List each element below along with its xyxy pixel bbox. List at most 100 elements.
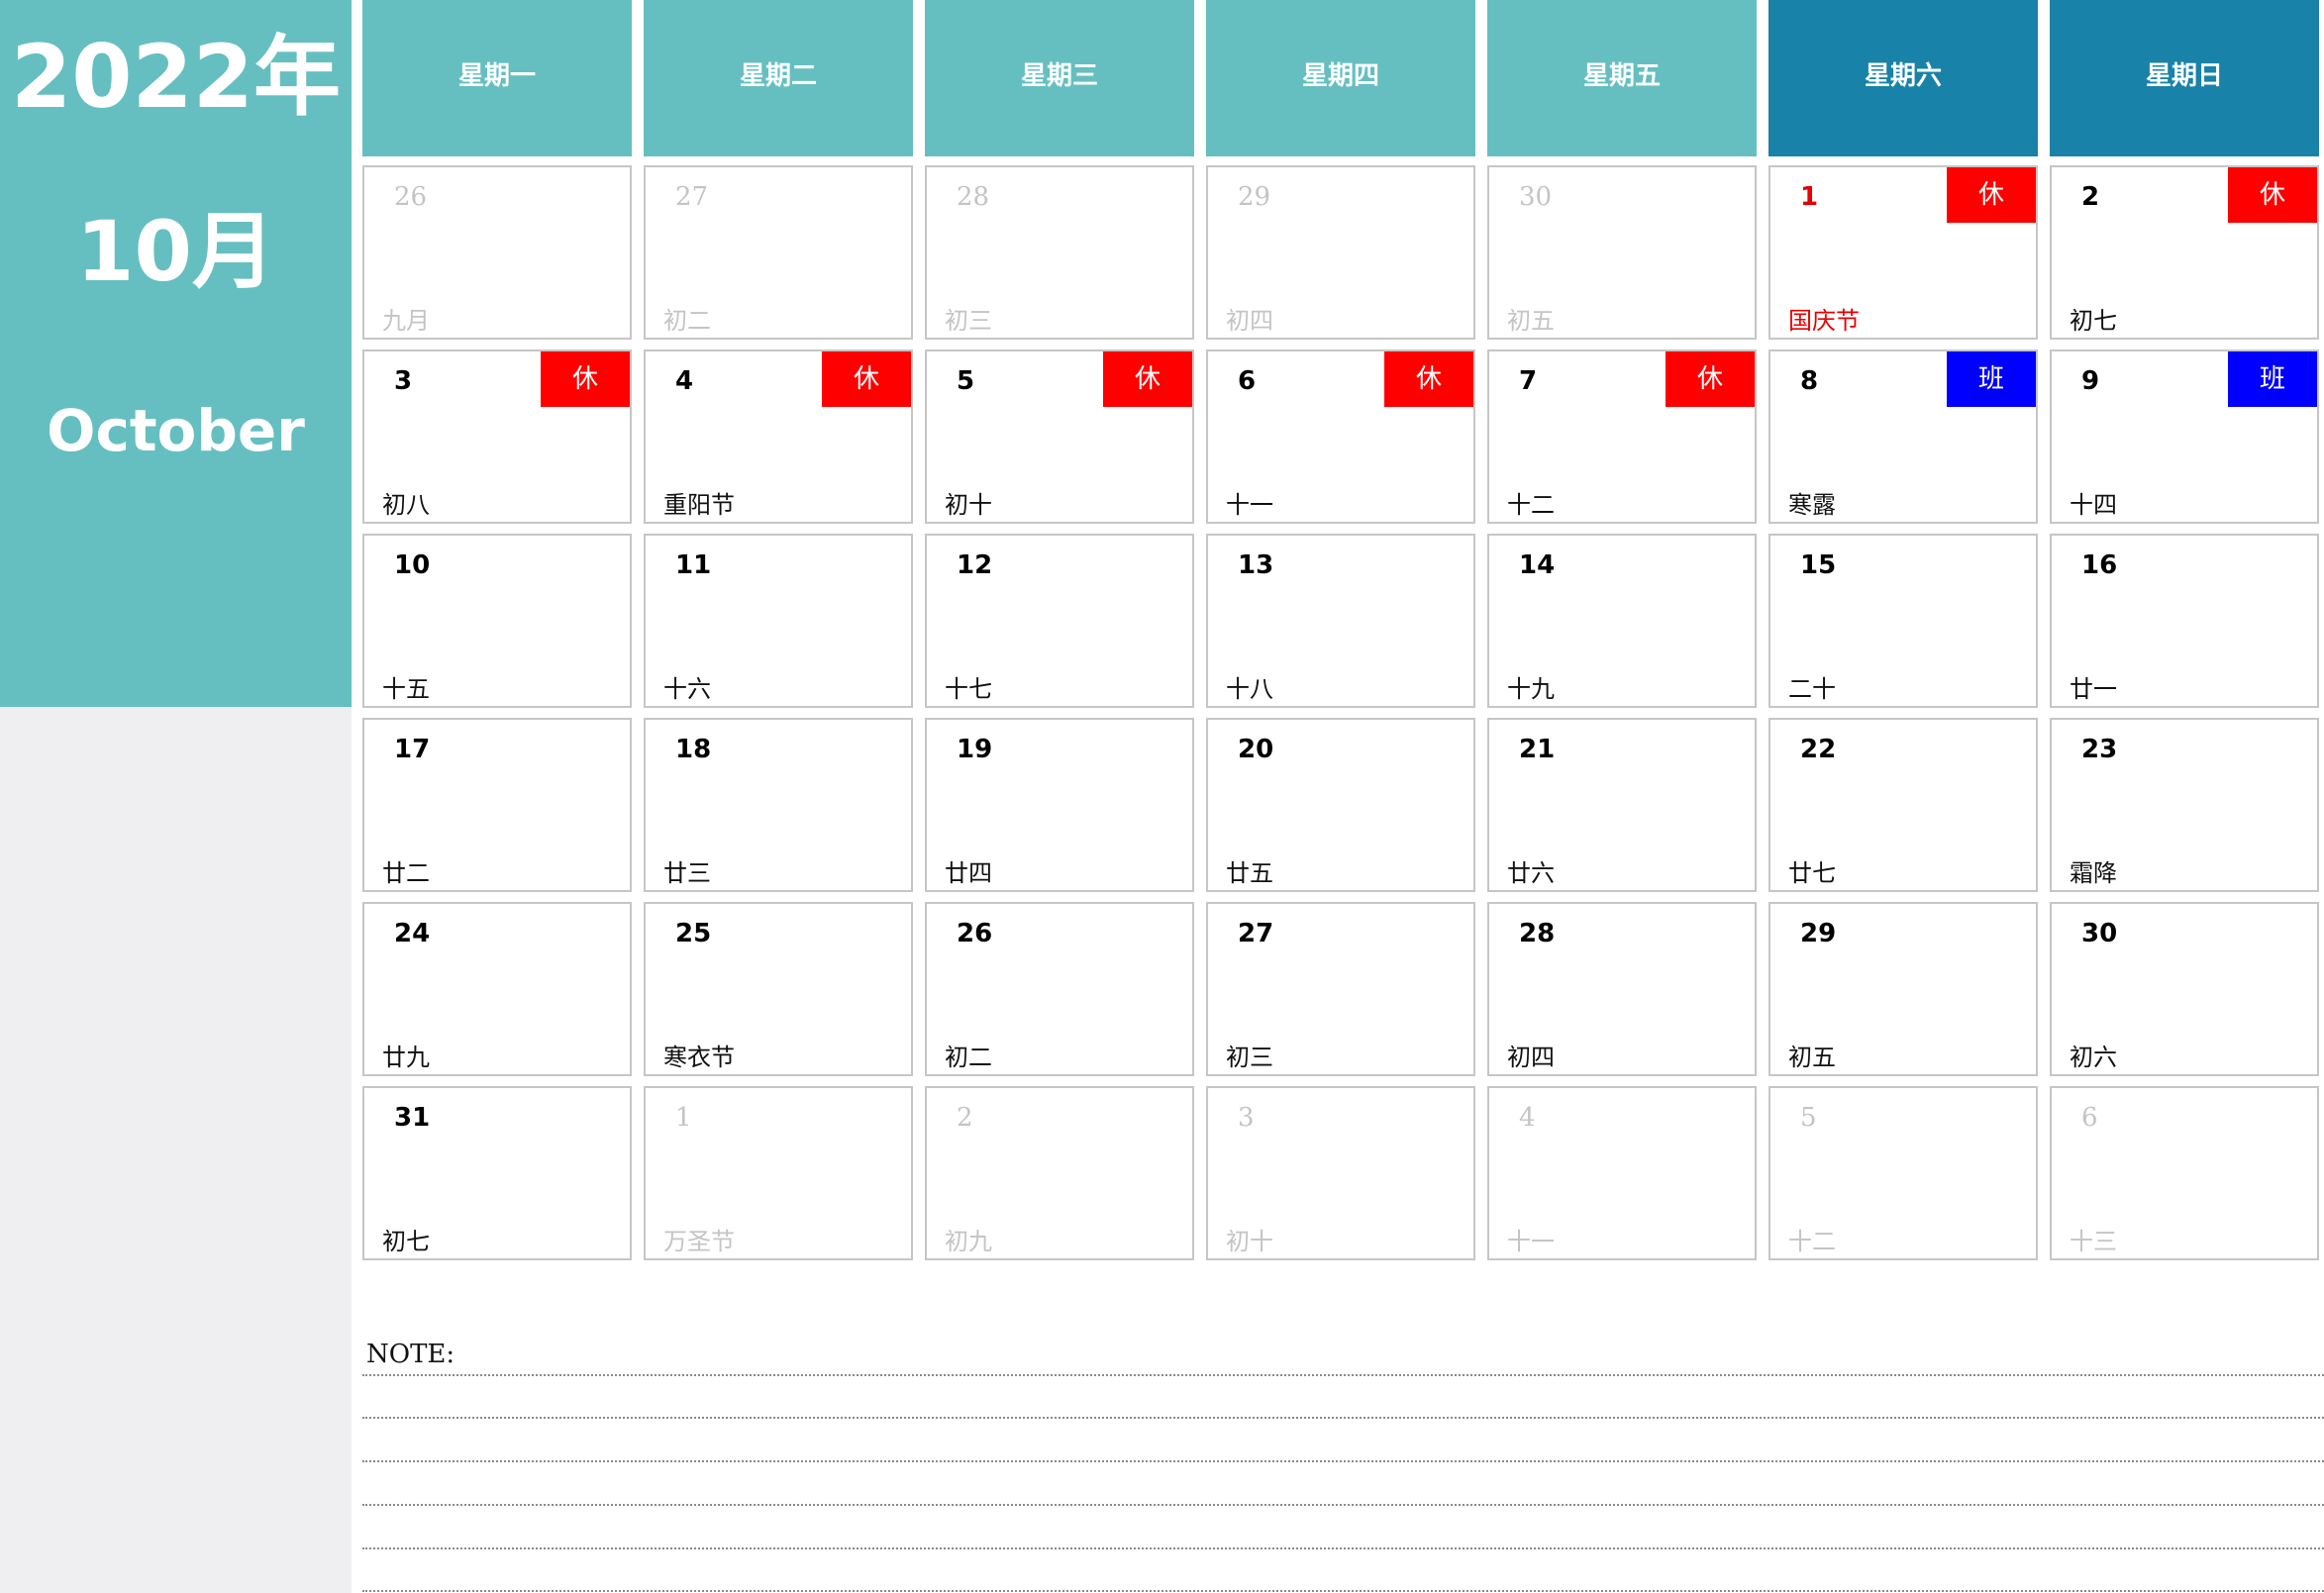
weekday-header-6: 星期六 bbox=[1768, 0, 2038, 156]
lunar-date: 廿七 bbox=[1788, 859, 1836, 887]
lunar-date: 十八 bbox=[1226, 675, 1273, 703]
day-cell[interactable]: 1 万圣节 bbox=[644, 1086, 913, 1260]
day-cell[interactable]: 21 廿六 bbox=[1487, 718, 1757, 892]
month-title: 10月 bbox=[76, 203, 275, 300]
lunar-date: 廿九 bbox=[382, 1044, 430, 1071]
day-number: 16 bbox=[2081, 550, 2118, 580]
day-number: 12 bbox=[957, 550, 993, 580]
day-number: 8 bbox=[1800, 366, 1819, 396]
day-cell[interactable]: 23 霜降 bbox=[2050, 718, 2319, 892]
lunar-date: 二十 bbox=[1788, 675, 1836, 703]
day-number: 20 bbox=[1238, 735, 1274, 764]
day-cell[interactable]: 31 初七 bbox=[362, 1086, 632, 1260]
holiday-rest-badge: 休 bbox=[541, 351, 630, 407]
day-cell[interactable]: 6 十一 休 bbox=[1206, 349, 1475, 524]
day-cell[interactable]: 2 初七 休 bbox=[2050, 165, 2319, 340]
year-title: 2022年 bbox=[11, 26, 341, 128]
day-cell[interactable]: 20 廿五 bbox=[1206, 718, 1475, 892]
note-line[interactable] bbox=[362, 1417, 2324, 1419]
weekday-header-2: 星期二 bbox=[644, 0, 913, 156]
note-line[interactable] bbox=[362, 1590, 2324, 1592]
lunar-date: 九月 bbox=[382, 307, 430, 335]
lunar-date: 初十 bbox=[945, 491, 992, 519]
day-cell[interactable]: 10 十五 bbox=[362, 534, 632, 708]
lunar-date: 十六 bbox=[663, 675, 711, 703]
lunar-date: 万圣节 bbox=[663, 1228, 735, 1255]
day-cell[interactable]: 17 廿二 bbox=[362, 718, 632, 892]
day-cell[interactable]: 5 十二 bbox=[1768, 1086, 2038, 1260]
day-number: 18 bbox=[675, 735, 712, 764]
day-cell[interactable]: 15 二十 bbox=[1768, 534, 2038, 708]
day-number: 22 bbox=[1800, 735, 1837, 764]
day-cell[interactable]: 16 廿一 bbox=[2050, 534, 2319, 708]
lunar-date: 寒露 bbox=[1788, 491, 1836, 519]
day-cell[interactable]: 9 十四 班 bbox=[2050, 349, 2319, 524]
day-number: 5 bbox=[957, 366, 975, 396]
day-number: 28 bbox=[957, 182, 990, 212]
day-cell[interactable]: 27 初三 bbox=[1206, 902, 1475, 1076]
day-cell[interactable]: 13 十八 bbox=[1206, 534, 1475, 708]
day-cell[interactable]: 11 十六 bbox=[644, 534, 913, 708]
day-cell[interactable]: 28 初四 bbox=[1487, 902, 1757, 1076]
day-number: 29 bbox=[1800, 919, 1837, 948]
weekday-header-3: 星期三 bbox=[925, 0, 1194, 156]
workday-badge: 班 bbox=[1947, 351, 2036, 407]
day-cell[interactable]: 6 十三 bbox=[2050, 1086, 2319, 1260]
day-cell[interactable]: 26 九月 bbox=[362, 165, 632, 340]
day-cell[interactable]: 5 初十 休 bbox=[925, 349, 1194, 524]
lunar-date: 国庆节 bbox=[1788, 307, 1860, 335]
day-cell[interactable]: 7 十二 休 bbox=[1487, 349, 1757, 524]
lunar-date: 初七 bbox=[382, 1228, 430, 1255]
day-number: 1 bbox=[675, 1103, 692, 1133]
day-number: 4 bbox=[675, 366, 694, 396]
day-number: 4 bbox=[1519, 1103, 1536, 1133]
day-cell[interactable]: 1 国庆节 休 bbox=[1768, 165, 2038, 340]
lunar-date: 十二 bbox=[1788, 1228, 1836, 1255]
lunar-date: 廿五 bbox=[1226, 859, 1273, 887]
weekday-header-5: 星期五 bbox=[1487, 0, 1757, 156]
day-cell[interactable]: 4 重阳节 休 bbox=[644, 349, 913, 524]
lunar-date: 廿四 bbox=[945, 859, 992, 887]
lunar-date: 十一 bbox=[1507, 1228, 1555, 1255]
day-cell[interactable]: 25 寒衣节 bbox=[644, 902, 913, 1076]
weekday-header-1: 星期一 bbox=[362, 0, 632, 156]
holiday-rest-badge: 休 bbox=[822, 351, 911, 407]
note-line[interactable] bbox=[362, 1374, 2324, 1376]
lunar-date: 初五 bbox=[1788, 1044, 1836, 1071]
lunar-date: 十一 bbox=[1226, 491, 1273, 519]
day-cell[interactable]: 2 初九 bbox=[925, 1086, 1194, 1260]
day-cell[interactable]: 8 寒露 班 bbox=[1768, 349, 2038, 524]
day-number: 28 bbox=[1519, 919, 1556, 948]
day-number: 29 bbox=[1238, 182, 1271, 212]
day-cell[interactable]: 28 初三 bbox=[925, 165, 1194, 340]
note-line[interactable] bbox=[362, 1460, 2324, 1462]
lunar-date: 十三 bbox=[2070, 1228, 2117, 1255]
day-cell[interactable]: 29 初五 bbox=[1768, 902, 2038, 1076]
note-line[interactable] bbox=[362, 1547, 2324, 1549]
day-number: 30 bbox=[2081, 919, 2118, 948]
day-number: 3 bbox=[1238, 1103, 1255, 1133]
day-cell[interactable]: 19 廿四 bbox=[925, 718, 1194, 892]
day-cell[interactable]: 18 廿三 bbox=[644, 718, 913, 892]
lunar-date: 十四 bbox=[2070, 491, 2117, 519]
day-cell[interactable]: 24 廿九 bbox=[362, 902, 632, 1076]
day-cell[interactable]: 12 十七 bbox=[925, 534, 1194, 708]
weekday-header-7: 星期日 bbox=[2050, 0, 2319, 156]
day-cell[interactable]: 4 十一 bbox=[1487, 1086, 1757, 1260]
day-cell[interactable]: 3 初八 休 bbox=[362, 349, 632, 524]
lunar-date: 初九 bbox=[945, 1228, 992, 1255]
note-line[interactable] bbox=[362, 1504, 2324, 1506]
day-cell[interactable]: 27 初二 bbox=[644, 165, 913, 340]
day-number: 13 bbox=[1238, 550, 1274, 580]
day-cell[interactable]: 22 廿七 bbox=[1768, 718, 2038, 892]
day-cell[interactable]: 3 初十 bbox=[1206, 1086, 1475, 1260]
day-cell[interactable]: 30 初五 bbox=[1487, 165, 1757, 340]
day-number: 17 bbox=[394, 735, 431, 764]
day-number: 31 bbox=[394, 1103, 431, 1133]
day-cell[interactable]: 30 初六 bbox=[2050, 902, 2319, 1076]
day-cell[interactable]: 29 初四 bbox=[1206, 165, 1475, 340]
lunar-date: 十二 bbox=[1507, 491, 1555, 519]
day-cell[interactable]: 14 十九 bbox=[1487, 534, 1757, 708]
day-cell[interactable]: 26 初二 bbox=[925, 902, 1194, 1076]
day-number: 23 bbox=[2081, 735, 2118, 764]
